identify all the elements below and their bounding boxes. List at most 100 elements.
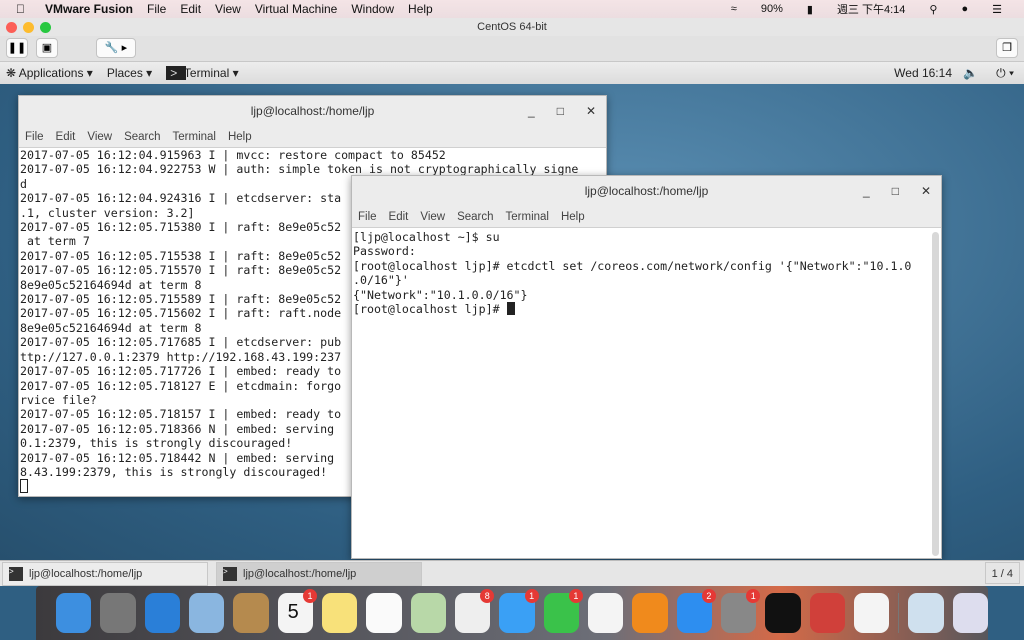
menu-file[interactable]: File: [147, 2, 166, 16]
terminal-prompt-line: [root@localhost ljp]#: [353, 302, 941, 316]
menu-help[interactable]: Help: [561, 211, 585, 223]
menu-edit[interactable]: Edit: [389, 211, 409, 223]
terminal-line: [ljp@localhost ~]$ su: [353, 230, 500, 244]
launchpad-icon[interactable]: [100, 593, 136, 633]
window-titlebar[interactable]: ljp@localhost:/home/ljp _ □ ✕: [352, 176, 941, 206]
menu-search[interactable]: Search: [124, 131, 160, 143]
menu-terminal[interactable]: Terminal: [506, 211, 549, 223]
terminal-line: {"Network":"10.1.0.0/16"}: [353, 287, 528, 302]
battery-icon[interactable]: ▮: [807, 3, 813, 16]
menu-window[interactable]: Window: [351, 2, 394, 16]
gnome-taskbar: > ljp@localhost:/home/ljp > ljp@localhost:…: [0, 560, 1024, 586]
window-title: ljp@localhost:/home/ljp: [584, 184, 709, 198]
menu-help[interactable]: Help: [408, 2, 433, 16]
terminal-icon: >: [9, 566, 23, 581]
ibooks-icon[interactable]: [632, 593, 668, 633]
battery-percent[interactable]: 90%: [761, 3, 783, 15]
reminders-icon[interactable]: [366, 593, 402, 633]
clock[interactable]: 週三 下午4:14: [837, 1, 905, 17]
itunes-icon[interactable]: [587, 593, 624, 633]
vm-toolbar: ❚❚ ▣ 🔧 ▸ ❐: [0, 36, 1024, 62]
terminal-output[interactable]: [ljp@localhost ~]$ su Password: [root@loca…: [352, 228, 941, 316]
task-terminal-2[interactable]: > ljp@localhost:/home/ljp: [216, 561, 422, 586]
safari-icon[interactable]: [144, 593, 180, 633]
maps-icon[interactable]: [410, 593, 446, 633]
menu-terminal[interactable]: Terminal: [173, 131, 216, 143]
terminal-line: Password:: [353, 244, 416, 259]
window-titlebar[interactable]: ljp@localhost:/home/ljp _ □ ✕: [19, 96, 606, 126]
system-preferences-icon[interactable]: 1: [720, 589, 761, 633]
workspace-indicator[interactable]: 1 / 4: [984, 562, 1020, 584]
facetime-icon[interactable]: 1: [543, 589, 583, 633]
app-store-icon[interactable]: 2: [676, 589, 716, 633]
photos-icon[interactable]: 8: [454, 589, 495, 633]
terminal-line: 2017-07-05 16:12:04.915963 I | mvcc: res…: [20, 148, 446, 162]
notification-badge: 1: [302, 589, 317, 603]
snapshot-button[interactable]: ▣: [36, 38, 58, 58]
messages-icon[interactable]: 1: [499, 589, 539, 633]
menu-bar: File Edit View Search Terminal Help: [352, 206, 941, 228]
notes-icon[interactable]: [321, 593, 358, 633]
maximize-button[interactable]: □: [557, 96, 564, 126]
menu-edit[interactable]: Edit: [180, 2, 201, 16]
apple-icon[interactable]: : [16, 2, 25, 16]
menu-help[interactable]: Help: [228, 131, 252, 143]
calendar-icon[interactable]: 51: [277, 589, 317, 633]
notification-badge: 2: [701, 589, 716, 603]
minimize-button[interactable]: _: [863, 176, 870, 206]
wifi-icon[interactable]: ≈: [731, 3, 737, 15]
minimize-button[interactable]: [23, 22, 34, 33]
cursor: [506, 302, 515, 316]
terminal-window-front[interactable]: ljp@localhost:/home/ljp _ □ ✕ File Edit View…: [351, 175, 942, 559]
places-menu[interactable]: Places ▾: [107, 66, 152, 80]
notification-badge: 1: [568, 589, 583, 603]
notification-badge: 1: [524, 589, 539, 603]
applications-menu[interactable]: ❋ Applications ▾: [6, 66, 93, 80]
power-icon[interactable]: ⏻ ▾: [996, 66, 1014, 81]
settings-wrench-button[interactable]: 🔧 ▸: [96, 38, 136, 58]
menu-search[interactable]: Search: [457, 211, 493, 223]
dock: 51 8 1 1 2 1: [36, 586, 988, 640]
mail-icon[interactable]: [188, 593, 225, 633]
finder-icon[interactable]: [56, 593, 92, 633]
close-button[interactable]: ✕: [586, 96, 596, 126]
textedit-icon[interactable]: [853, 593, 890, 633]
task-terminal-1[interactable]: > ljp@localhost:/home/ljp: [2, 561, 208, 586]
spotlight-icon[interactable]: ⚲: [929, 3, 937, 16]
notification-badge: 1: [746, 589, 761, 603]
zoom-button[interactable]: [40, 22, 51, 33]
contacts-icon[interactable]: [233, 593, 269, 633]
pause-button[interactable]: ❚❚: [6, 38, 28, 58]
gnome-top-bar: ❋ Applications ▾ Places ▾ > Terminal ▾ W…: [0, 62, 1024, 84]
maximize-button[interactable]: □: [892, 176, 899, 206]
vm-window-titlebar: CentOS 64-bit: [0, 18, 1024, 36]
menu-view[interactable]: View: [87, 131, 112, 143]
terminal-icon[interactable]: [765, 593, 801, 633]
dock-separator: [898, 593, 900, 633]
vmware-fusion-icon[interactable]: [809, 593, 845, 633]
gnome-clock[interactable]: Wed 16:14: [894, 66, 952, 80]
menu-bar: File Edit View Search Terminal Help: [19, 126, 606, 148]
downloads-icon[interactable]: [908, 593, 944, 633]
close-button[interactable]: [6, 22, 17, 33]
menu-edit[interactable]: Edit: [56, 131, 76, 143]
minimize-button[interactable]: _: [528, 96, 535, 126]
menu-file[interactable]: File: [358, 211, 377, 223]
scrollbar[interactable]: [932, 232, 939, 556]
menu-file[interactable]: File: [25, 131, 44, 143]
app-menu[interactable]: VMware Fusion: [45, 2, 133, 16]
terminal-app-menu[interactable]: > Terminal ▾: [166, 66, 239, 80]
notification-center-icon[interactable]: ☰: [992, 3, 1002, 16]
menu-view[interactable]: View: [215, 2, 241, 16]
volume-icon[interactable]: 🔈: [963, 66, 978, 80]
close-button[interactable]: ✕: [921, 176, 931, 206]
window-title: ljp@localhost:/home/ljp: [250, 104, 375, 118]
menu-view[interactable]: View: [420, 211, 445, 223]
siri-icon[interactable]: ●: [961, 3, 968, 15]
trash-icon[interactable]: [952, 593, 988, 633]
menu-virtual-machine[interactable]: Virtual Machine: [255, 2, 338, 16]
prompt: [root@localhost ljp]#: [353, 302, 507, 317]
vm-title: CentOS 64-bit: [477, 21, 547, 33]
terminal-icon: >: [223, 566, 237, 581]
unity-view-button[interactable]: ❐: [996, 38, 1018, 58]
